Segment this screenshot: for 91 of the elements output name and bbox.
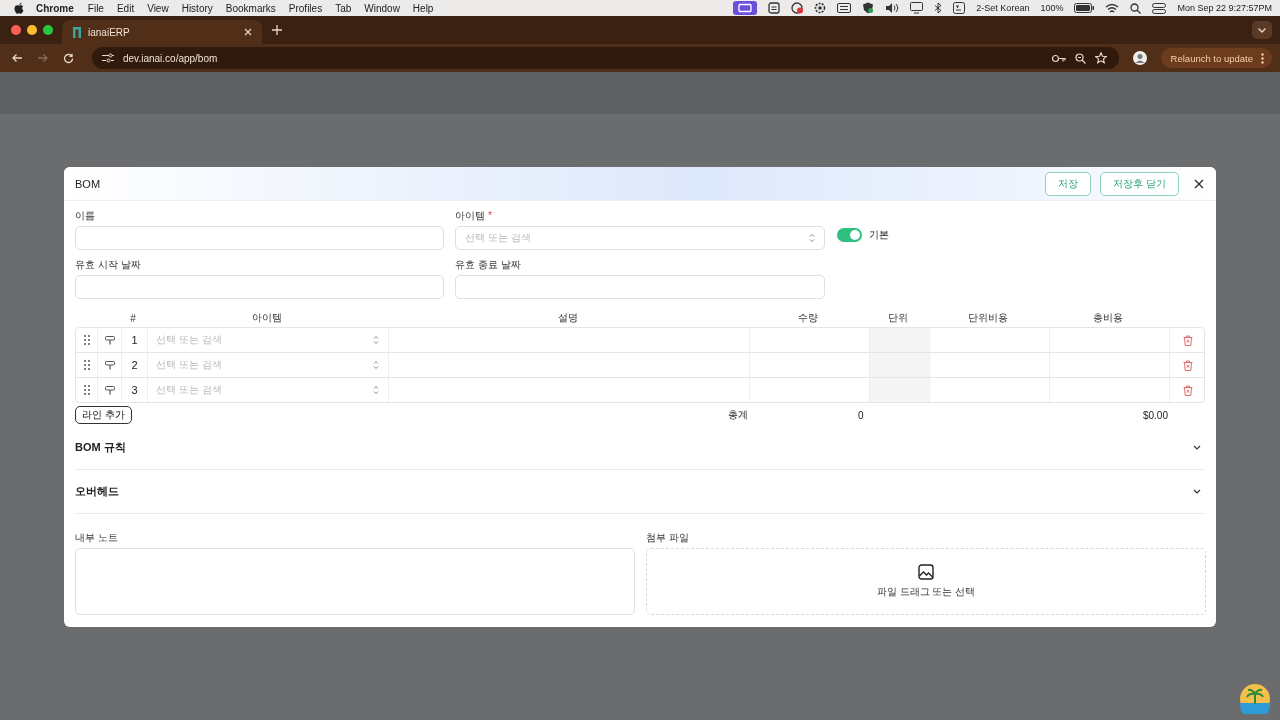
tab-search-icon[interactable] [1252, 21, 1272, 39]
total-cost: $0.00 [1142, 409, 1168, 421]
menu-item[interactable]: Edit [116, 2, 135, 14]
sort-caret-icon [373, 335, 379, 345]
menu-item[interactable]: Tab [335, 2, 352, 14]
search-icon[interactable] [1130, 2, 1142, 14]
forward-icon[interactable] [37, 53, 49, 63]
column-header: 총비용 [1093, 311, 1123, 325]
browser-tab[interactable]: ianaiERP [62, 20, 262, 44]
drag-handle-icon[interactable] [83, 385, 90, 395]
paint-roller-icon[interactable] [104, 335, 115, 345]
trash-icon[interactable] [1183, 359, 1193, 371]
paint-roller-icon[interactable] [104, 385, 115, 395]
field-label: 내부 노트 [75, 531, 119, 545]
star-icon[interactable] [1094, 52, 1107, 64]
bluetooth-icon[interactable] [934, 2, 943, 14]
image-icon [918, 564, 934, 580]
key-icon[interactable] [1051, 53, 1066, 63]
column-header: 수량 [798, 311, 818, 325]
window-controls-icon[interactable] [10, 24, 54, 36]
collapsible-section[interactable]: BOM 규칙 [75, 426, 1205, 470]
text-field[interactable] [75, 275, 444, 299]
menu-item[interactable]: File [87, 2, 104, 14]
apple-icon[interactable] [14, 2, 24, 14]
field-label: 유효 시작 날짜 [75, 258, 142, 272]
close-icon[interactable] [1194, 178, 1204, 189]
trash-icon[interactable] [1183, 384, 1193, 396]
toggle-switch[interactable] [837, 228, 862, 242]
relaunch-button[interactable]: Relaunch to update [1160, 48, 1272, 68]
profile-avatar-icon[interactable] [1132, 51, 1147, 65]
address-bar[interactable]: dev.ianai.co/app/bom [92, 47, 1119, 69]
field-label: 아이템 [455, 209, 485, 223]
shield-icon[interactable] [862, 2, 875, 14]
required-mark: * [488, 209, 492, 223]
zoom-icon[interactable] [1074, 52, 1086, 64]
sort-caret-icon [809, 233, 815, 243]
sort-caret-icon [373, 360, 379, 370]
menu-item[interactable]: History [181, 2, 213, 14]
add-line-button[interactable]: 라인 추가 [75, 406, 132, 424]
file-dropzone[interactable]: 파일 드래그 또는 선택 [646, 548, 1206, 615]
row-number: 3 [131, 384, 138, 396]
volume-icon[interactable] [885, 2, 900, 14]
document-icon[interactable] [768, 2, 781, 14]
logo-icon [72, 26, 82, 38]
column-header: 단위비용 [968, 311, 1008, 325]
notes-field[interactable] [75, 548, 635, 615]
paint-roller-icon[interactable] [104, 360, 115, 370]
control-center-icon[interactable] [1152, 2, 1167, 14]
app-menu[interactable]: Chrome [36, 2, 74, 14]
total-label: 총계 [728, 409, 748, 420]
input-source-label[interactable]: 2-Set Korean [976, 3, 1030, 13]
drag-handle-icon[interactable] [83, 335, 90, 345]
tab-title: ianaiERP [88, 26, 131, 38]
reload-icon[interactable] [63, 52, 74, 64]
menu-item[interactable]: View [147, 2, 169, 14]
toggle-label: 기본 [869, 228, 889, 242]
total-quantity: 0 [858, 409, 864, 421]
screen-share-icon[interactable] [733, 1, 758, 15]
gear-icon[interactable] [814, 2, 827, 14]
menu-item[interactable]: Help [412, 2, 434, 14]
menu-item[interactable]: Bookmarks [225, 2, 276, 14]
row-number: 2 [131, 359, 138, 371]
row-number: 1 [131, 334, 138, 346]
battery-icon[interactable] [1074, 3, 1095, 13]
more-icon [1261, 52, 1264, 64]
field-label: 이름 [75, 209, 96, 223]
collapsible-section[interactable]: 오버헤드 [75, 470, 1205, 514]
column-header: 아이템 [251, 311, 282, 325]
battery-percentage: 100% [1040, 3, 1064, 13]
palm-island-icon[interactable] [1240, 684, 1270, 714]
url-text: dev.ianai.co/app/bom [123, 52, 218, 64]
sort-caret-icon [373, 385, 379, 395]
record-icon[interactable] [791, 2, 804, 14]
column-header: 단위 [888, 311, 908, 325]
back-icon[interactable] [11, 53, 23, 63]
column-header: # [130, 312, 136, 324]
field-label: 첨부 파일 [646, 531, 690, 545]
modal-title: BOM [75, 177, 101, 190]
text-field[interactable] [455, 275, 825, 299]
field-label: 유효 종료 날짜 [455, 258, 522, 272]
drag-handle-icon[interactable] [83, 360, 90, 370]
menu-item[interactable]: Profiles [288, 2, 323, 14]
display-icon[interactable] [910, 2, 924, 14]
wifi-icon[interactable] [1105, 2, 1120, 14]
new-tab-icon[interactable] [272, 25, 282, 35]
trash-icon[interactable] [1183, 334, 1193, 346]
clock[interactable]: Mon Sep 22 9:27:57PM [1177, 3, 1272, 13]
column-header: 설명 [557, 311, 578, 325]
site-settings-icon [102, 53, 114, 63]
text-field[interactable] [75, 226, 444, 250]
menu-item[interactable]: Window [364, 2, 400, 14]
